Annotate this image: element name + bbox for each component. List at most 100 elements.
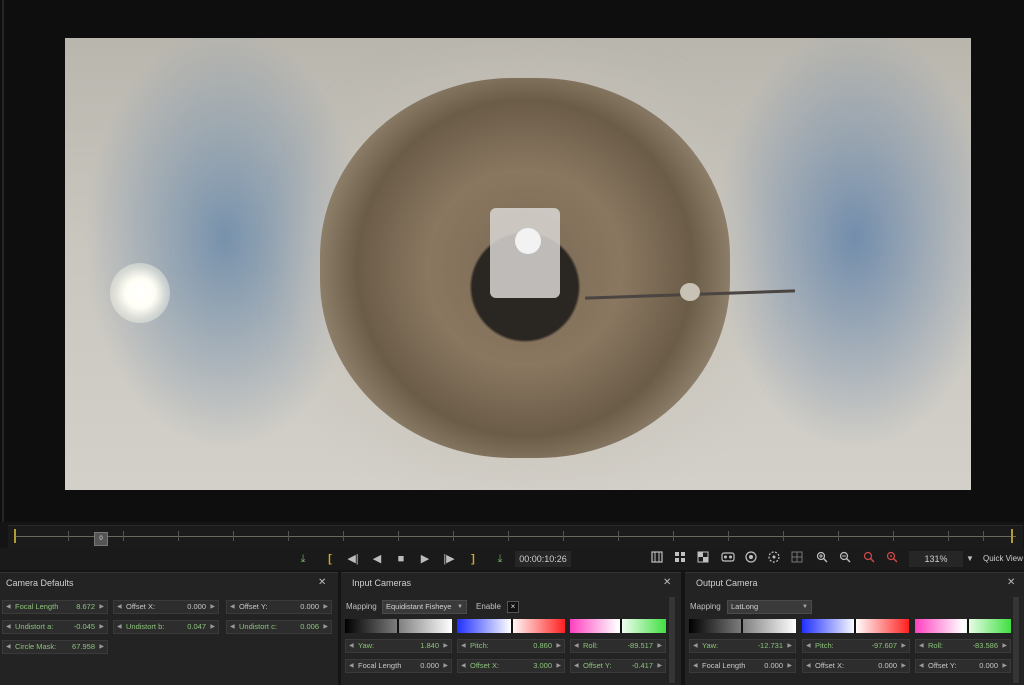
mark-in-button[interactable]: [ [324,551,336,567]
roll-gradient-slider[interactable] [570,619,666,633]
zoom-dropdown-caret-icon[interactable]: ▼ [965,551,975,567]
zoom-reset-red-icon[interactable] [885,551,899,567]
slider-marker[interactable] [511,619,513,633]
panel-scrollbar[interactable] [669,597,675,683]
decrement-arrow-icon[interactable]: ◀ [461,660,466,672]
decrement-arrow-icon[interactable]: ◀ [6,641,11,653]
yaw-gradient-slider[interactable] [689,619,796,633]
stop-button[interactable]: ■ [394,551,408,567]
zoom-level-field[interactable]: 131% [909,551,963,567]
decrement-arrow-icon[interactable]: ◀ [693,640,698,652]
decrement-arrow-icon[interactable]: ◀ [6,621,11,633]
increment-arrow-icon[interactable]: ▶ [99,601,104,613]
timeline-playhead[interactable]: 0 [94,532,108,546]
increment-arrow-icon[interactable]: ▶ [210,621,215,633]
increment-arrow-icon[interactable]: ▶ [443,660,448,672]
slider-marker[interactable] [854,619,856,633]
offset-y-field[interactable]: ◀ Offset Y: -0.417 ▶ [570,659,666,673]
zoom-fit-red-icon[interactable] [862,551,876,567]
timeline-track[interactable] [16,536,1016,537]
slider-marker[interactable] [741,619,743,633]
close-icon[interactable]: ✕ [1007,577,1015,588]
decrement-arrow-icon[interactable]: ◀ [230,621,235,633]
increment-arrow-icon[interactable]: ▶ [1002,640,1007,652]
increment-arrow-icon[interactable]: ▶ [443,640,448,652]
close-icon[interactable]: ✕ [318,577,326,588]
play-backward-button[interactable]: ◀ [370,551,384,567]
offset-x-field[interactable]: ◀ Offset X: 3.000 ▶ [457,659,565,673]
slider-marker[interactable] [620,619,622,633]
roll-gradient-slider[interactable] [915,619,1011,633]
increment-arrow-icon[interactable]: ▶ [787,640,792,652]
overlay-grid-icon[interactable] [790,551,804,567]
increment-arrow-icon[interactable]: ▶ [787,660,792,672]
slider-marker[interactable] [967,619,969,633]
increment-arrow-icon[interactable]: ▶ [657,660,662,672]
mark-out-button[interactable]: ] [467,551,479,567]
increment-arrow-icon[interactable]: ▶ [901,660,906,672]
yaw-field[interactable]: ◀ Yaw: 1.840 ▶ [345,639,452,653]
increment-arrow-icon[interactable]: ▶ [1002,660,1007,672]
increment-arrow-icon[interactable]: ▶ [556,660,561,672]
decrement-arrow-icon[interactable]: ◀ [349,660,354,672]
step-forward-button[interactable]: |▶ [441,551,457,567]
decrement-arrow-icon[interactable]: ◀ [919,640,924,652]
increment-arrow-icon[interactable]: ▶ [210,601,215,613]
yaw-gradient-slider[interactable] [345,619,452,633]
play-button[interactable]: ▶ [418,551,432,567]
offset-y-field[interactable]: ◀ Offset Y: 0.000 ▶ [226,600,332,614]
pitch-gradient-slider[interactable] [457,619,565,633]
decrement-arrow-icon[interactable]: ◀ [574,640,579,652]
pitch-field[interactable]: ◀ Pitch: 0.860 ▶ [457,639,565,653]
grid-icon[interactable] [673,551,687,567]
increment-arrow-icon[interactable]: ▶ [657,640,662,652]
circle-mask-field[interactable]: ◀ Circle Mask: 67.958 ▶ [2,640,108,654]
focal-length-field[interactable]: ◀ Focal Length 0.000 ▶ [689,659,796,673]
pitch-gradient-slider[interactable] [802,619,909,633]
safe-frame-icon[interactable] [650,551,664,567]
set-out-button[interactable]: ⤓ [493,551,507,567]
decrement-arrow-icon[interactable]: ◀ [230,601,235,613]
roll-field[interactable]: ◀ Roll: -89.517 ▶ [570,639,666,653]
increment-arrow-icon[interactable]: ▶ [99,621,104,633]
decrement-arrow-icon[interactable]: ◀ [574,660,579,672]
undistort-a-field[interactable]: ◀ Undistort a: -0.045 ▶ [2,620,108,634]
set-in-button[interactable]: ⤓ [296,551,310,567]
timeline-scrubber[interactable]: 0 [8,525,1023,548]
undistort-b-field[interactable]: ◀ Undistort b: 0.047 ▶ [113,620,219,634]
decrement-arrow-icon[interactable]: ◀ [919,660,924,672]
yaw-field[interactable]: ◀ Yaw: -12.731 ▶ [689,639,796,653]
decrement-arrow-icon[interactable]: ◀ [349,640,354,652]
offset-x-field[interactable]: ◀ Offset X: 0.000 ▶ [113,600,219,614]
slider-marker[interactable] [397,619,399,633]
undistort-c-field[interactable]: ◀ Undistort c: 0.006 ▶ [226,620,332,634]
circle-target-icon[interactable] [744,551,758,567]
focal-length-field[interactable]: ◀ Focal Length 0.000 ▶ [345,659,452,673]
decrement-arrow-icon[interactable]: ◀ [806,640,811,652]
increment-arrow-icon[interactable]: ▶ [901,640,906,652]
increment-arrow-icon[interactable]: ▶ [323,621,328,633]
focal-length-field[interactable]: ◀ Focal Length 8.672 ▶ [2,600,108,614]
offset-x-field[interactable]: ◀ Offset X: 0.000 ▶ [802,659,910,673]
mapping-select[interactable]: LatLong ▼ [727,600,812,614]
video-viewer[interactable] [0,0,1024,522]
quick-view-button[interactable]: Quick View [983,551,1023,567]
step-back-button[interactable]: ◀| [345,551,361,567]
enable-checkbox[interactable]: × [507,601,519,613]
offset-y-field[interactable]: ◀ Offset Y: 0.000 ▶ [915,659,1011,673]
roll-field[interactable]: ◀ Roll: -83.586 ▶ [915,639,1011,653]
decrement-arrow-icon[interactable]: ◀ [6,601,11,613]
close-icon[interactable]: ✕ [663,577,671,588]
timecode-display[interactable]: 00:00:10:26 [515,551,571,567]
checker-icon[interactable] [696,551,710,567]
zoom-out-icon[interactable] [838,551,852,567]
decrement-arrow-icon[interactable]: ◀ [693,660,698,672]
pitch-field[interactable]: ◀ Pitch: -97.607 ▶ [802,639,910,653]
vr-headset-icon[interactable] [720,551,736,567]
zoom-in-icon[interactable] [815,551,829,567]
increment-arrow-icon[interactable]: ▶ [99,641,104,653]
dotted-circle-icon[interactable] [767,551,781,567]
increment-arrow-icon[interactable]: ▶ [556,640,561,652]
increment-arrow-icon[interactable]: ▶ [323,601,328,613]
decrement-arrow-icon[interactable]: ◀ [461,640,466,652]
